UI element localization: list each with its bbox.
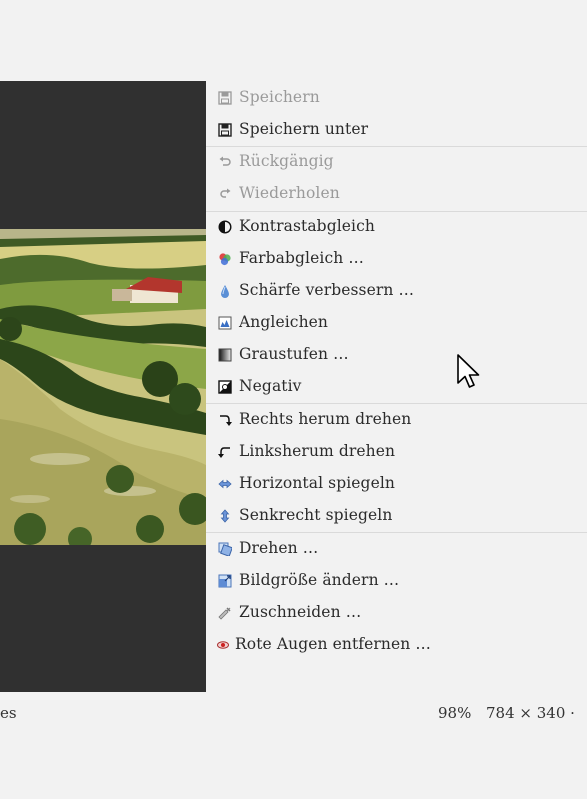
- menu-item-label: Rechts herum drehen: [239, 410, 412, 428]
- negative-icon: [218, 380, 232, 394]
- color-balance-icon: [218, 252, 232, 266]
- menu-item-color-balance[interactable]: Farbabgleich …: [206, 243, 587, 275]
- menu-item-label: Schärfe verbessern …: [239, 281, 415, 299]
- image-dimensions: 784 × 340 ·: [486, 704, 575, 722]
- menu-item-rotate-left[interactable]: Linksherum drehen: [206, 436, 587, 468]
- menu-item-sharpen[interactable]: Schärfe verbessern …: [206, 275, 587, 307]
- redo-icon: [218, 187, 232, 201]
- menu-item-redo[interactable]: Wiederholen: [206, 178, 587, 210]
- menu-item-label: Kontrastabgleich: [239, 217, 375, 235]
- menu-item-undo[interactable]: Rückgängig: [206, 146, 587, 178]
- menu-item-label: Horizontal spiegeln: [239, 474, 395, 492]
- red-eye-icon: [216, 638, 230, 652]
- equalize-icon: [218, 316, 232, 330]
- resize-icon: [218, 574, 232, 588]
- menu-item-label: Negativ: [239, 377, 302, 395]
- menu-item-label: Speichern: [239, 88, 320, 106]
- menu-item-label: Speichern unter: [239, 120, 369, 138]
- sharpen-icon: [218, 284, 232, 298]
- save-icon: [218, 91, 232, 105]
- mouse-cursor-icon: [457, 354, 480, 388]
- menu-item-equalize[interactable]: Angleichen: [206, 307, 587, 339]
- crop-icon: [218, 606, 232, 620]
- grayscale-icon: [218, 348, 232, 362]
- contrast-icon: [218, 220, 232, 234]
- menu-item-contrast[interactable]: Kontrastabgleich: [206, 211, 587, 243]
- menu-item-label: Angleichen: [239, 313, 329, 331]
- status-bar: es 98% 784 × 340 ·: [0, 692, 587, 734]
- save-as-icon: [218, 123, 232, 137]
- flip-vertical-icon: [218, 509, 232, 523]
- flip-horizontal-icon: [218, 477, 232, 491]
- menu-item-flip-horizontal[interactable]: Horizontal spiegeln: [206, 468, 587, 500]
- menu-item-rotate-right[interactable]: Rechts herum drehen: [206, 404, 587, 436]
- zoom-level: 98%: [438, 704, 472, 722]
- menu-item-label: Senkrecht spiegeln: [239, 506, 393, 524]
- menu-item-save[interactable]: Speichern: [206, 82, 587, 114]
- menu-item-save-as[interactable]: Speichern unter: [206, 114, 587, 146]
- menu-item-label: Zuschneiden …: [239, 603, 362, 621]
- menu-item-label: Rote Augen entfernen …: [235, 635, 431, 653]
- undo-icon: [218, 155, 232, 169]
- menu-item-resize[interactable]: Bildgröße ändern …: [206, 565, 587, 597]
- menu-item-flip-vertical[interactable]: Senkrecht spiegeln: [206, 500, 587, 532]
- menu-item-label: Graustufen …: [239, 345, 349, 363]
- menu-item-label: Farbabgleich …: [239, 249, 364, 267]
- menu-item-label: Rückgängig: [239, 152, 334, 170]
- menu-item-crop[interactable]: Zuschneiden …: [206, 597, 587, 629]
- menu-item-label: Bildgröße ändern …: [239, 571, 400, 589]
- menu-item-red-eye[interactable]: Rote Augen entfernen …: [206, 629, 587, 661]
- menu-item-negative[interactable]: Negativ: [206, 371, 587, 403]
- menu-item-rotate[interactable]: Drehen …: [206, 533, 587, 565]
- image-context-menu: Speichern Speichern unter Rückgängig Wie…: [206, 81, 587, 692]
- menu-item-label: Wiederholen: [239, 184, 340, 202]
- rotate-icon: [218, 542, 232, 556]
- rotate-right-icon: [218, 413, 232, 427]
- menu-item-label: Drehen …: [239, 539, 319, 557]
- menu-item-label: Linksherum drehen: [239, 442, 396, 460]
- landscape-photo[interactable]: [0, 229, 206, 545]
- rotate-left-icon: [218, 445, 232, 459]
- status-left-text: es: [0, 704, 17, 722]
- menu-item-grayscale[interactable]: Graustufen …: [206, 339, 587, 371]
